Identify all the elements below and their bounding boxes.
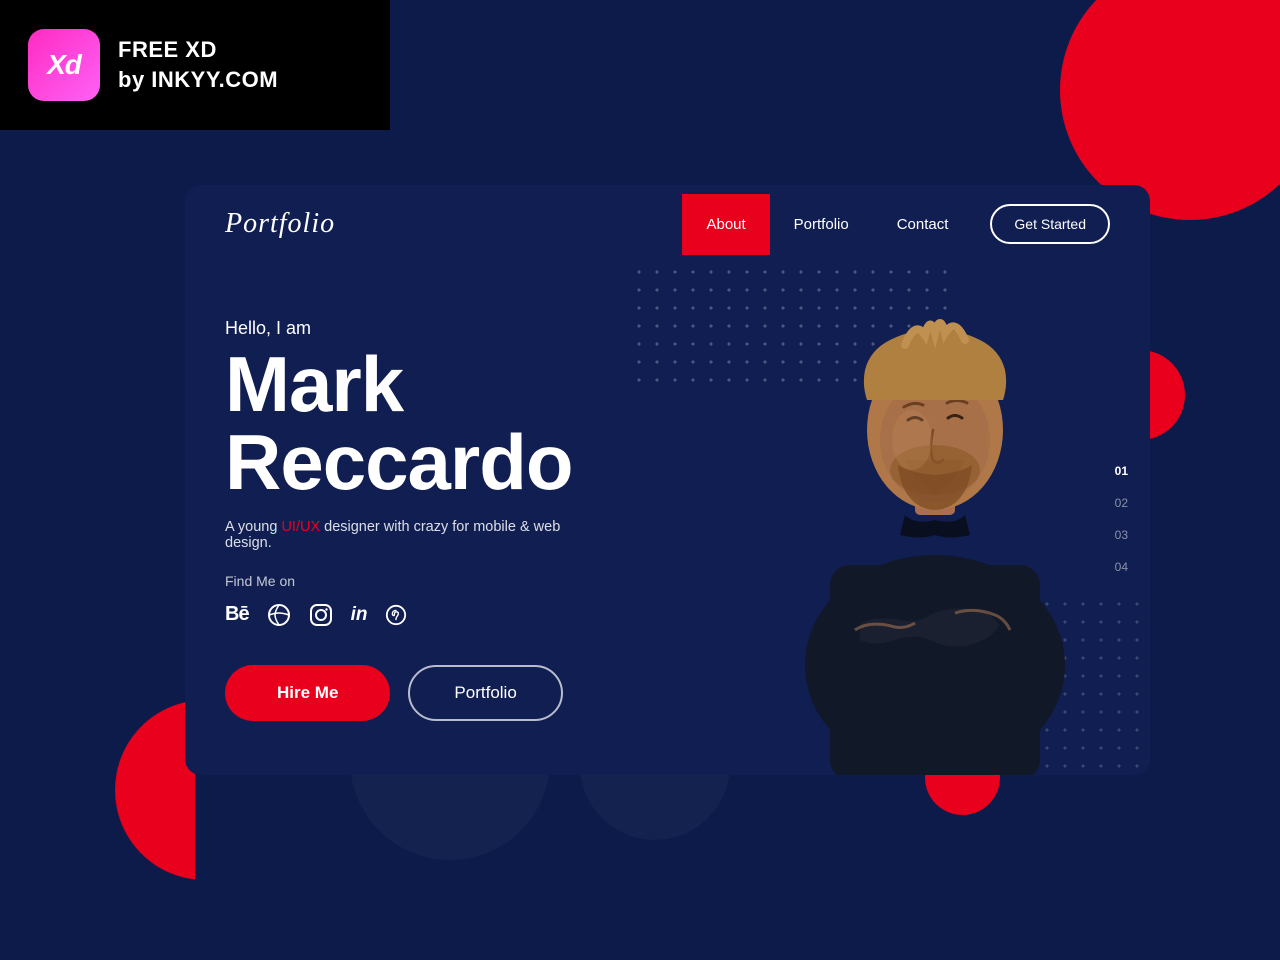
portfolio-button[interactable]: Portfolio: [408, 665, 562, 721]
page-indicator-3[interactable]: 03: [1115, 528, 1128, 542]
desc-before: A young: [225, 519, 281, 535]
xd-badge: Xd FREE XD by INKYY.COM: [0, 0, 390, 130]
social-instagram[interactable]: [309, 603, 333, 627]
nav-links: About Portfolio Contact Get Started: [682, 194, 1110, 255]
xd-line2: by INKYY.COM: [118, 65, 278, 95]
xd-icon: Xd: [28, 29, 100, 101]
main-card: Portfolio About Portfolio Contact Get St…: [185, 185, 1150, 775]
page-indicators: 01 02 03 04: [1115, 464, 1128, 574]
xd-badge-text: FREE XD by INKYY.COM: [118, 35, 278, 94]
social-icons: Bē in: [225, 603, 690, 627]
hero-name-line1: Mark: [225, 345, 690, 423]
page-indicator-4[interactable]: 04: [1115, 560, 1128, 574]
page-indicator-1[interactable]: 01: [1115, 464, 1128, 478]
xd-line1: FREE XD: [118, 35, 278, 65]
social-pinterest[interactable]: [385, 604, 407, 626]
social-linkedin[interactable]: in: [351, 604, 368, 626]
page-indicator-2[interactable]: 02: [1115, 496, 1128, 510]
xd-icon-text: Xd: [47, 49, 81, 81]
social-behance[interactable]: Bē: [225, 603, 249, 626]
person-image: [750, 263, 1120, 775]
hero-name: Mark Reccardo: [225, 345, 690, 501]
hero-section: Hello, I am Mark Reccardo A young UI/UX …: [185, 263, 1150, 775]
logo: Portfolio: [225, 208, 682, 240]
hero-right: [730, 263, 1150, 775]
hero-description: A young UI/UX designer with crazy for mo…: [225, 519, 605, 551]
desc-highlight: UI/UX: [281, 519, 320, 535]
get-started-button[interactable]: Get Started: [990, 204, 1110, 244]
nav-item-about[interactable]: About: [682, 194, 769, 255]
hero-name-line2: Reccardo: [225, 423, 690, 501]
nav-item-portfolio[interactable]: Portfolio: [770, 208, 873, 241]
cta-buttons: Hire Me Portfolio: [225, 665, 690, 721]
navbar: Portfolio About Portfolio Contact Get St…: [185, 185, 1150, 263]
find-me-label: Find Me on: [225, 573, 690, 589]
hero-left: Hello, I am Mark Reccardo A young UI/UX …: [185, 263, 730, 775]
nav-item-contact[interactable]: Contact: [873, 208, 973, 241]
social-dribbble[interactable]: [267, 603, 291, 627]
hero-greeting: Hello, I am: [225, 318, 690, 339]
hire-me-button[interactable]: Hire Me: [225, 665, 390, 721]
